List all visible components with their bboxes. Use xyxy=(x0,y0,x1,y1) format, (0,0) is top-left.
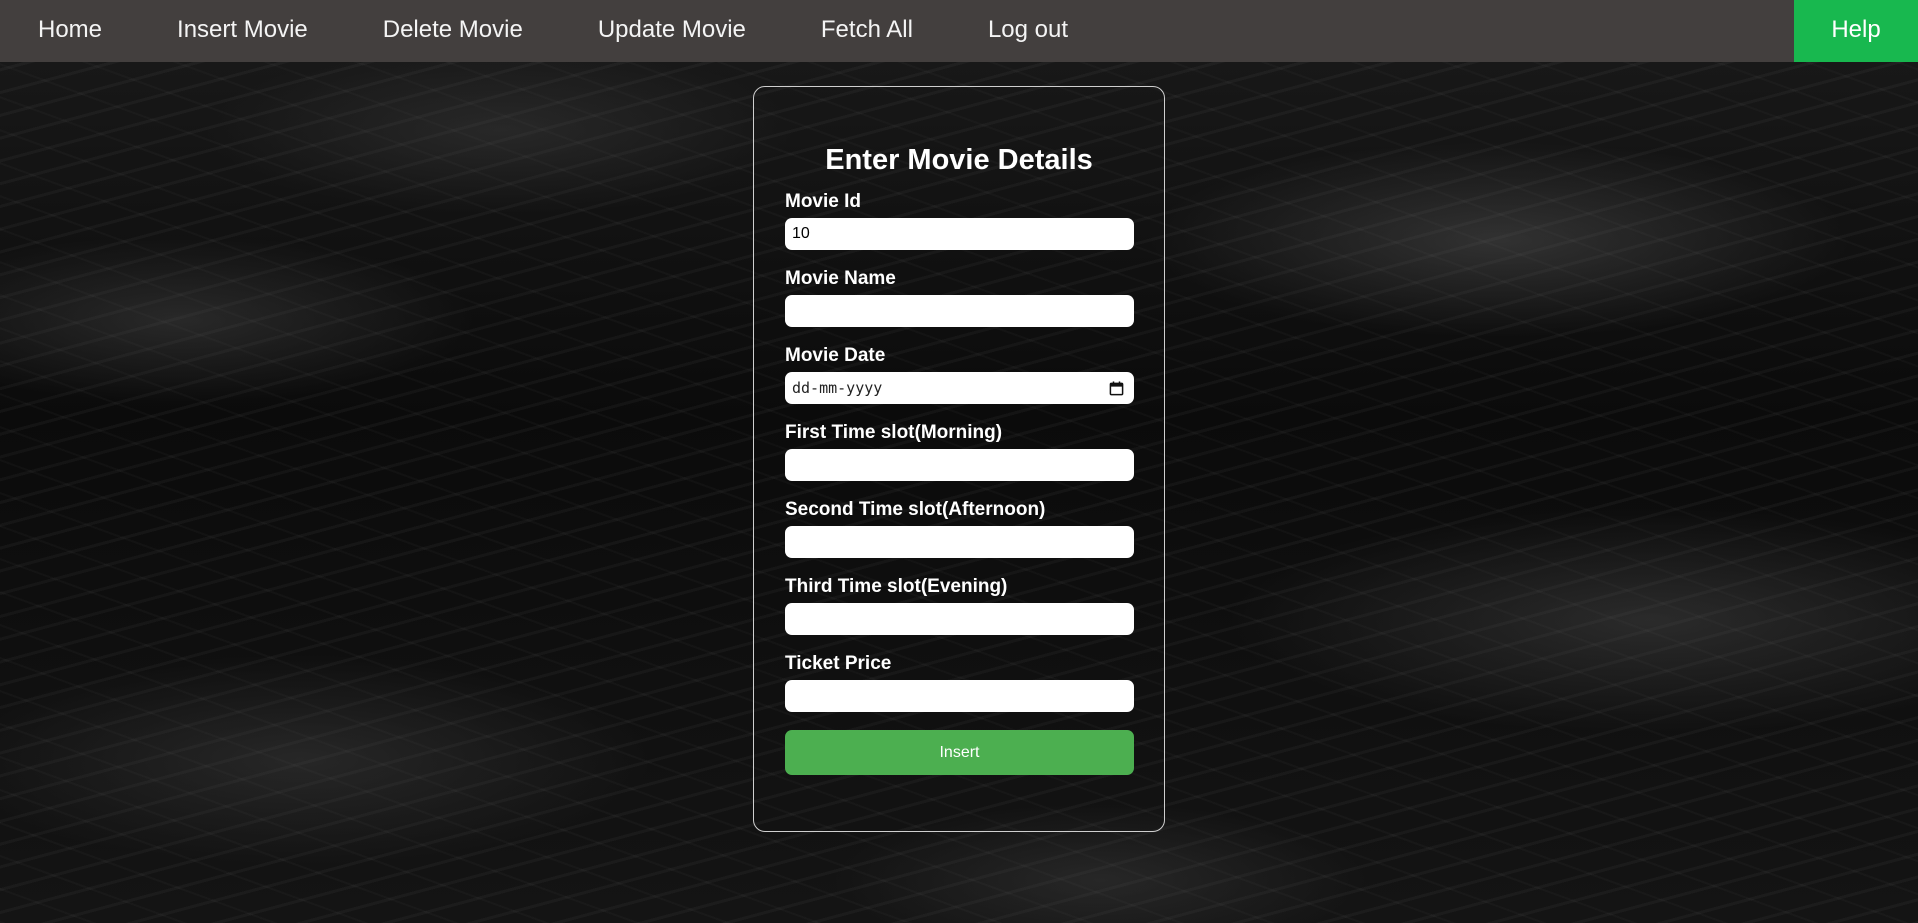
movie-date-label: Movie Date xyxy=(785,345,886,366)
date-placeholder: dd-mm-yyyy xyxy=(792,379,883,397)
nav-update-movie[interactable]: Update Movie xyxy=(560,0,783,62)
first-slot-label: First Time slot(Morning) xyxy=(785,422,1003,443)
movie-name-label: Movie Name xyxy=(785,268,896,289)
movie-details-form: Enter Movie Details Movie Id Movie Name … xyxy=(753,86,1165,832)
second-slot-input[interactable] xyxy=(785,526,1134,558)
movie-date-input[interactable]: dd-mm-yyyy xyxy=(785,372,1134,404)
top-navbar: Home Insert Movie Delete Movie Update Mo… xyxy=(0,0,1918,62)
movie-name-input[interactable] xyxy=(785,295,1134,327)
nav-delete-movie[interactable]: Delete Movie xyxy=(345,0,560,62)
nav-home[interactable]: Home xyxy=(0,0,139,62)
nav-help[interactable]: Help xyxy=(1794,0,1918,62)
third-slot-label: Third Time slot(Evening) xyxy=(785,576,1008,597)
movie-id-input[interactable] xyxy=(785,218,1134,250)
first-slot-input[interactable] xyxy=(785,449,1134,481)
calendar-icon[interactable] xyxy=(1109,380,1124,396)
ticket-price-input[interactable] xyxy=(785,680,1134,712)
form-title: Enter Movie Details xyxy=(825,144,1093,176)
ticket-price-label: Ticket Price xyxy=(785,653,892,674)
insert-button[interactable]: Insert xyxy=(785,730,1134,775)
movie-id-label: Movie Id xyxy=(785,191,862,212)
third-slot-input[interactable] xyxy=(785,603,1134,635)
nav-insert-movie[interactable]: Insert Movie xyxy=(139,0,345,62)
second-slot-label: Second Time slot(Afternoon) xyxy=(785,499,1046,520)
nav-log-out[interactable]: Log out xyxy=(950,0,1105,62)
nav-fetch-all[interactable]: Fetch All xyxy=(783,0,950,62)
